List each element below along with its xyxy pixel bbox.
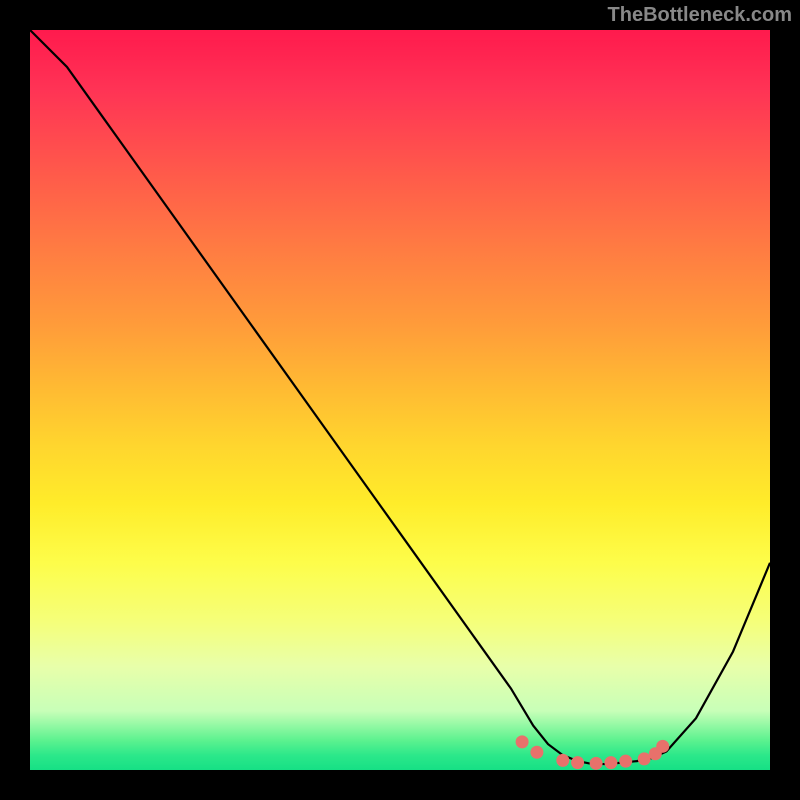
chart-marker — [530, 746, 543, 759]
chart-markers — [516, 735, 670, 769]
chart-marker — [556, 754, 569, 767]
chart-svg — [30, 30, 770, 770]
plot-area — [30, 30, 770, 770]
chart-marker — [656, 740, 669, 753]
chart-marker — [604, 756, 617, 769]
chart-curve — [30, 30, 770, 764]
chart-marker — [619, 755, 632, 768]
watermark-text: TheBottleneck.com — [608, 4, 792, 27]
chart-container: TheBottleneck.com — [0, 0, 800, 800]
chart-marker — [638, 752, 651, 765]
chart-marker — [590, 757, 603, 770]
chart-marker — [516, 735, 529, 748]
chart-marker — [571, 756, 584, 769]
